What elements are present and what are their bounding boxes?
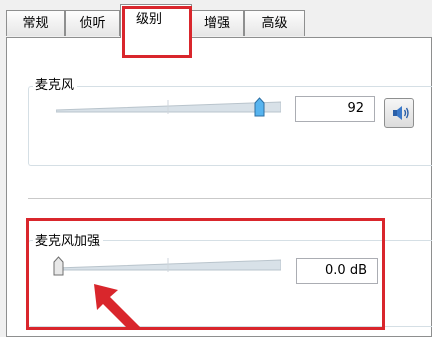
tab-label: 增强 <box>203 16 230 31</box>
tab-enhancements[interactable]: 增强 <box>190 10 244 36</box>
microphone-label: 麦克风 <box>33 74 78 93</box>
tab-listen[interactable]: 侦听 <box>65 10 120 36</box>
tab-levels[interactable]: 级别 <box>120 4 192 38</box>
boost-label: 麦克风加强 <box>33 230 104 249</box>
microphone-slider-thumb[interactable] <box>254 97 265 117</box>
microphone-slider[interactable] <box>56 99 281 115</box>
tab-label: 侦听 <box>79 16 106 31</box>
microphone-level-field[interactable]: 92 <box>295 96 375 122</box>
microphone-mute-button[interactable] <box>384 98 414 128</box>
boost-slider-thumb[interactable] <box>53 256 64 276</box>
speaker-icon <box>393 106 409 120</box>
tab-general[interactable]: 常规 <box>6 10 65 36</box>
section-divider <box>28 198 432 199</box>
tab-label: 级别 <box>135 12 162 27</box>
tab-strip: 常规 侦听 级别 增强 高级 <box>0 0 432 40</box>
arrow-icon <box>94 284 140 327</box>
tab-label: 高级 <box>261 16 288 31</box>
boost-slider[interactable] <box>56 257 281 273</box>
tab-advanced[interactable]: 高级 <box>244 10 305 36</box>
tab-label: 常规 <box>22 16 49 31</box>
boost-level-field[interactable]: 0.0 dB <box>296 258 378 284</box>
